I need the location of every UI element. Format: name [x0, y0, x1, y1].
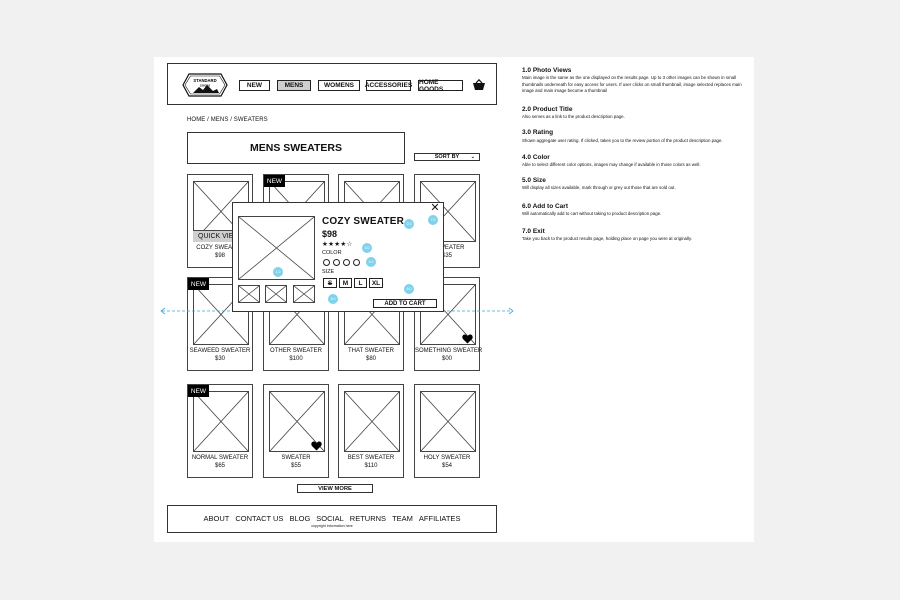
- product-price: $110: [364, 463, 378, 469]
- nav-mens[interactable]: MENS: [277, 80, 311, 91]
- marker-rating: 3.0: [362, 243, 372, 253]
- new-badge: NEW: [264, 175, 285, 187]
- product-image-placeholder[interactable]: [344, 391, 400, 452]
- breadcrumb[interactable]: HOME / MENS / SWEATERS: [187, 117, 268, 123]
- product-card[interactable]: BEST SWEATER $110: [338, 384, 404, 478]
- product-price: $55: [290, 463, 301, 469]
- new-badge: NEW: [188, 278, 209, 290]
- color-label: COLOR: [322, 250, 342, 256]
- annotation-title-6: 6.0 Add to Cart: [522, 203, 568, 210]
- product-name[interactable]: NORMAL SWEATER: [188, 455, 252, 461]
- product-price: $54: [441, 463, 452, 469]
- product-price: $65: [214, 463, 225, 469]
- annotation-title-5: 5.0 Size: [522, 177, 546, 184]
- footer-link-blog[interactable]: BLOG: [289, 514, 310, 523]
- size-s-button[interactable]: S: [323, 278, 337, 288]
- product-title-link[interactable]: COZY SWEATER: [322, 216, 404, 227]
- product-price: $100: [289, 356, 303, 362]
- color-swatch-4[interactable]: [353, 259, 360, 266]
- thumbnail-2[interactable]: [265, 285, 287, 303]
- sort-by-label: SORT BY: [434, 154, 460, 160]
- product-card[interactable]: NEW NORMAL SWEATER $65: [187, 384, 253, 478]
- product-name[interactable]: BEST SWEATER: [339, 455, 403, 461]
- view-more-button[interactable]: VIEW MORE: [297, 484, 373, 493]
- size-l-button[interactable]: L: [354, 278, 367, 288]
- product-price: $98: [322, 229, 338, 239]
- nav-new[interactable]: NEW: [239, 80, 270, 91]
- page-title: MENS SWEATERS: [187, 132, 405, 164]
- heart-icon[interactable]: [462, 334, 473, 344]
- new-badge: NEW: [188, 385, 209, 397]
- annotation-body-5: Will display all sizes available, mark t…: [522, 185, 676, 190]
- nav-womens[interactable]: WOMENS: [318, 80, 360, 91]
- size-xl-button[interactable]: XL: [369, 278, 383, 288]
- color-swatch-1[interactable]: [323, 259, 330, 266]
- footer-link-returns[interactable]: RETURNS: [350, 514, 386, 523]
- close-icon[interactable]: ✕: [430, 203, 440, 214]
- annotation-title-4: 4.0 Color: [522, 154, 550, 161]
- annotation-title-3: 3.0 Rating: [522, 129, 554, 136]
- marker-exit: 7.0: [428, 215, 438, 225]
- annotation-body-7: Take you back to the product results pag…: [522, 236, 693, 241]
- product-name[interactable]: SOMETHING SWEATER: [415, 348, 482, 354]
- nav-home-goods[interactable]: HOME GOODS: [418, 79, 463, 93]
- annotation-title-1: 1.0 Photo Views: [522, 67, 572, 74]
- product-name[interactable]: THAT SWEATER: [339, 348, 403, 354]
- nav-accessories[interactable]: ACCESSORIES: [365, 80, 412, 91]
- thumbnail-1[interactable]: [238, 285, 260, 303]
- footer-link-contact[interactable]: CONTACT US: [235, 514, 283, 523]
- annotation-body-1: Main image is the same as the one displa…: [522, 75, 742, 93]
- marker-add-to-cart: 6.0: [404, 284, 414, 294]
- annotation-body-6: Will automatically add to cart without t…: [522, 211, 662, 216]
- product-card[interactable]: SWEATER $55: [263, 384, 329, 478]
- rating-stars[interactable]: ★★★★☆: [322, 240, 353, 248]
- marker-color: 4.0: [366, 257, 376, 267]
- product-name[interactable]: HOLY SWEATER: [415, 455, 479, 461]
- basket-icon[interactable]: [472, 79, 486, 91]
- annotation-body-3: Shown aggregate user rating. If clicked,…: [522, 138, 723, 143]
- marker-size: 5.0: [328, 294, 338, 304]
- heart-icon[interactable]: [311, 441, 322, 451]
- color-swatch-2[interactable]: [333, 259, 340, 266]
- annotation-title-7: 7.0 Exit: [522, 228, 545, 235]
- annotation-body-4: Able to select different color options, …: [522, 162, 701, 167]
- footer-link-about[interactable]: ABOUT: [204, 514, 230, 523]
- size-m-button[interactable]: M: [339, 278, 352, 288]
- color-swatch-3[interactable]: [343, 259, 350, 266]
- footer-link-team[interactable]: TEAM: [392, 514, 413, 523]
- logo-text-top: STANDARD: [193, 78, 216, 83]
- marker-photo-views: 1.0: [273, 267, 283, 277]
- marker-product-title: 2.0: [404, 219, 414, 229]
- product-name[interactable]: SWEATER: [264, 455, 328, 461]
- product-name[interactable]: SEAWEED SWEATER: [188, 348, 252, 354]
- footer-links: ABOUT CONTACT US BLOG SOCIAL RETURNS TEA…: [167, 514, 497, 523]
- product-image-placeholder[interactable]: [193, 391, 249, 452]
- product-image-placeholder[interactable]: [420, 391, 476, 452]
- copyright-text: copyright information here: [311, 524, 353, 528]
- product-name[interactable]: OTHER SWEATER: [264, 348, 328, 354]
- thumbnail-3[interactable]: [293, 285, 315, 303]
- add-to-cart-button[interactable]: ADD TO CART: [373, 299, 437, 308]
- logo[interactable]: STANDARD GOODS: [179, 72, 231, 98]
- footer-link-affiliates[interactable]: AFFILIATES: [419, 514, 461, 523]
- product-card[interactable]: HOLY SWEATER $54: [414, 384, 480, 478]
- chevron-down-icon: ⌄: [470, 154, 475, 160]
- product-price: $80: [365, 356, 376, 362]
- product-price: $00: [441, 356, 452, 362]
- product-price: $30: [214, 356, 225, 362]
- annotation-body-2: Also serves as a link to the product des…: [522, 114, 625, 119]
- sort-by-dropdown[interactable]: SORT BY ⌄: [414, 153, 480, 161]
- footer-link-social[interactable]: SOCIAL: [316, 514, 344, 523]
- annotation-title-2: 2.0 Product Title: [522, 106, 573, 113]
- size-label: SIZE: [322, 269, 335, 275]
